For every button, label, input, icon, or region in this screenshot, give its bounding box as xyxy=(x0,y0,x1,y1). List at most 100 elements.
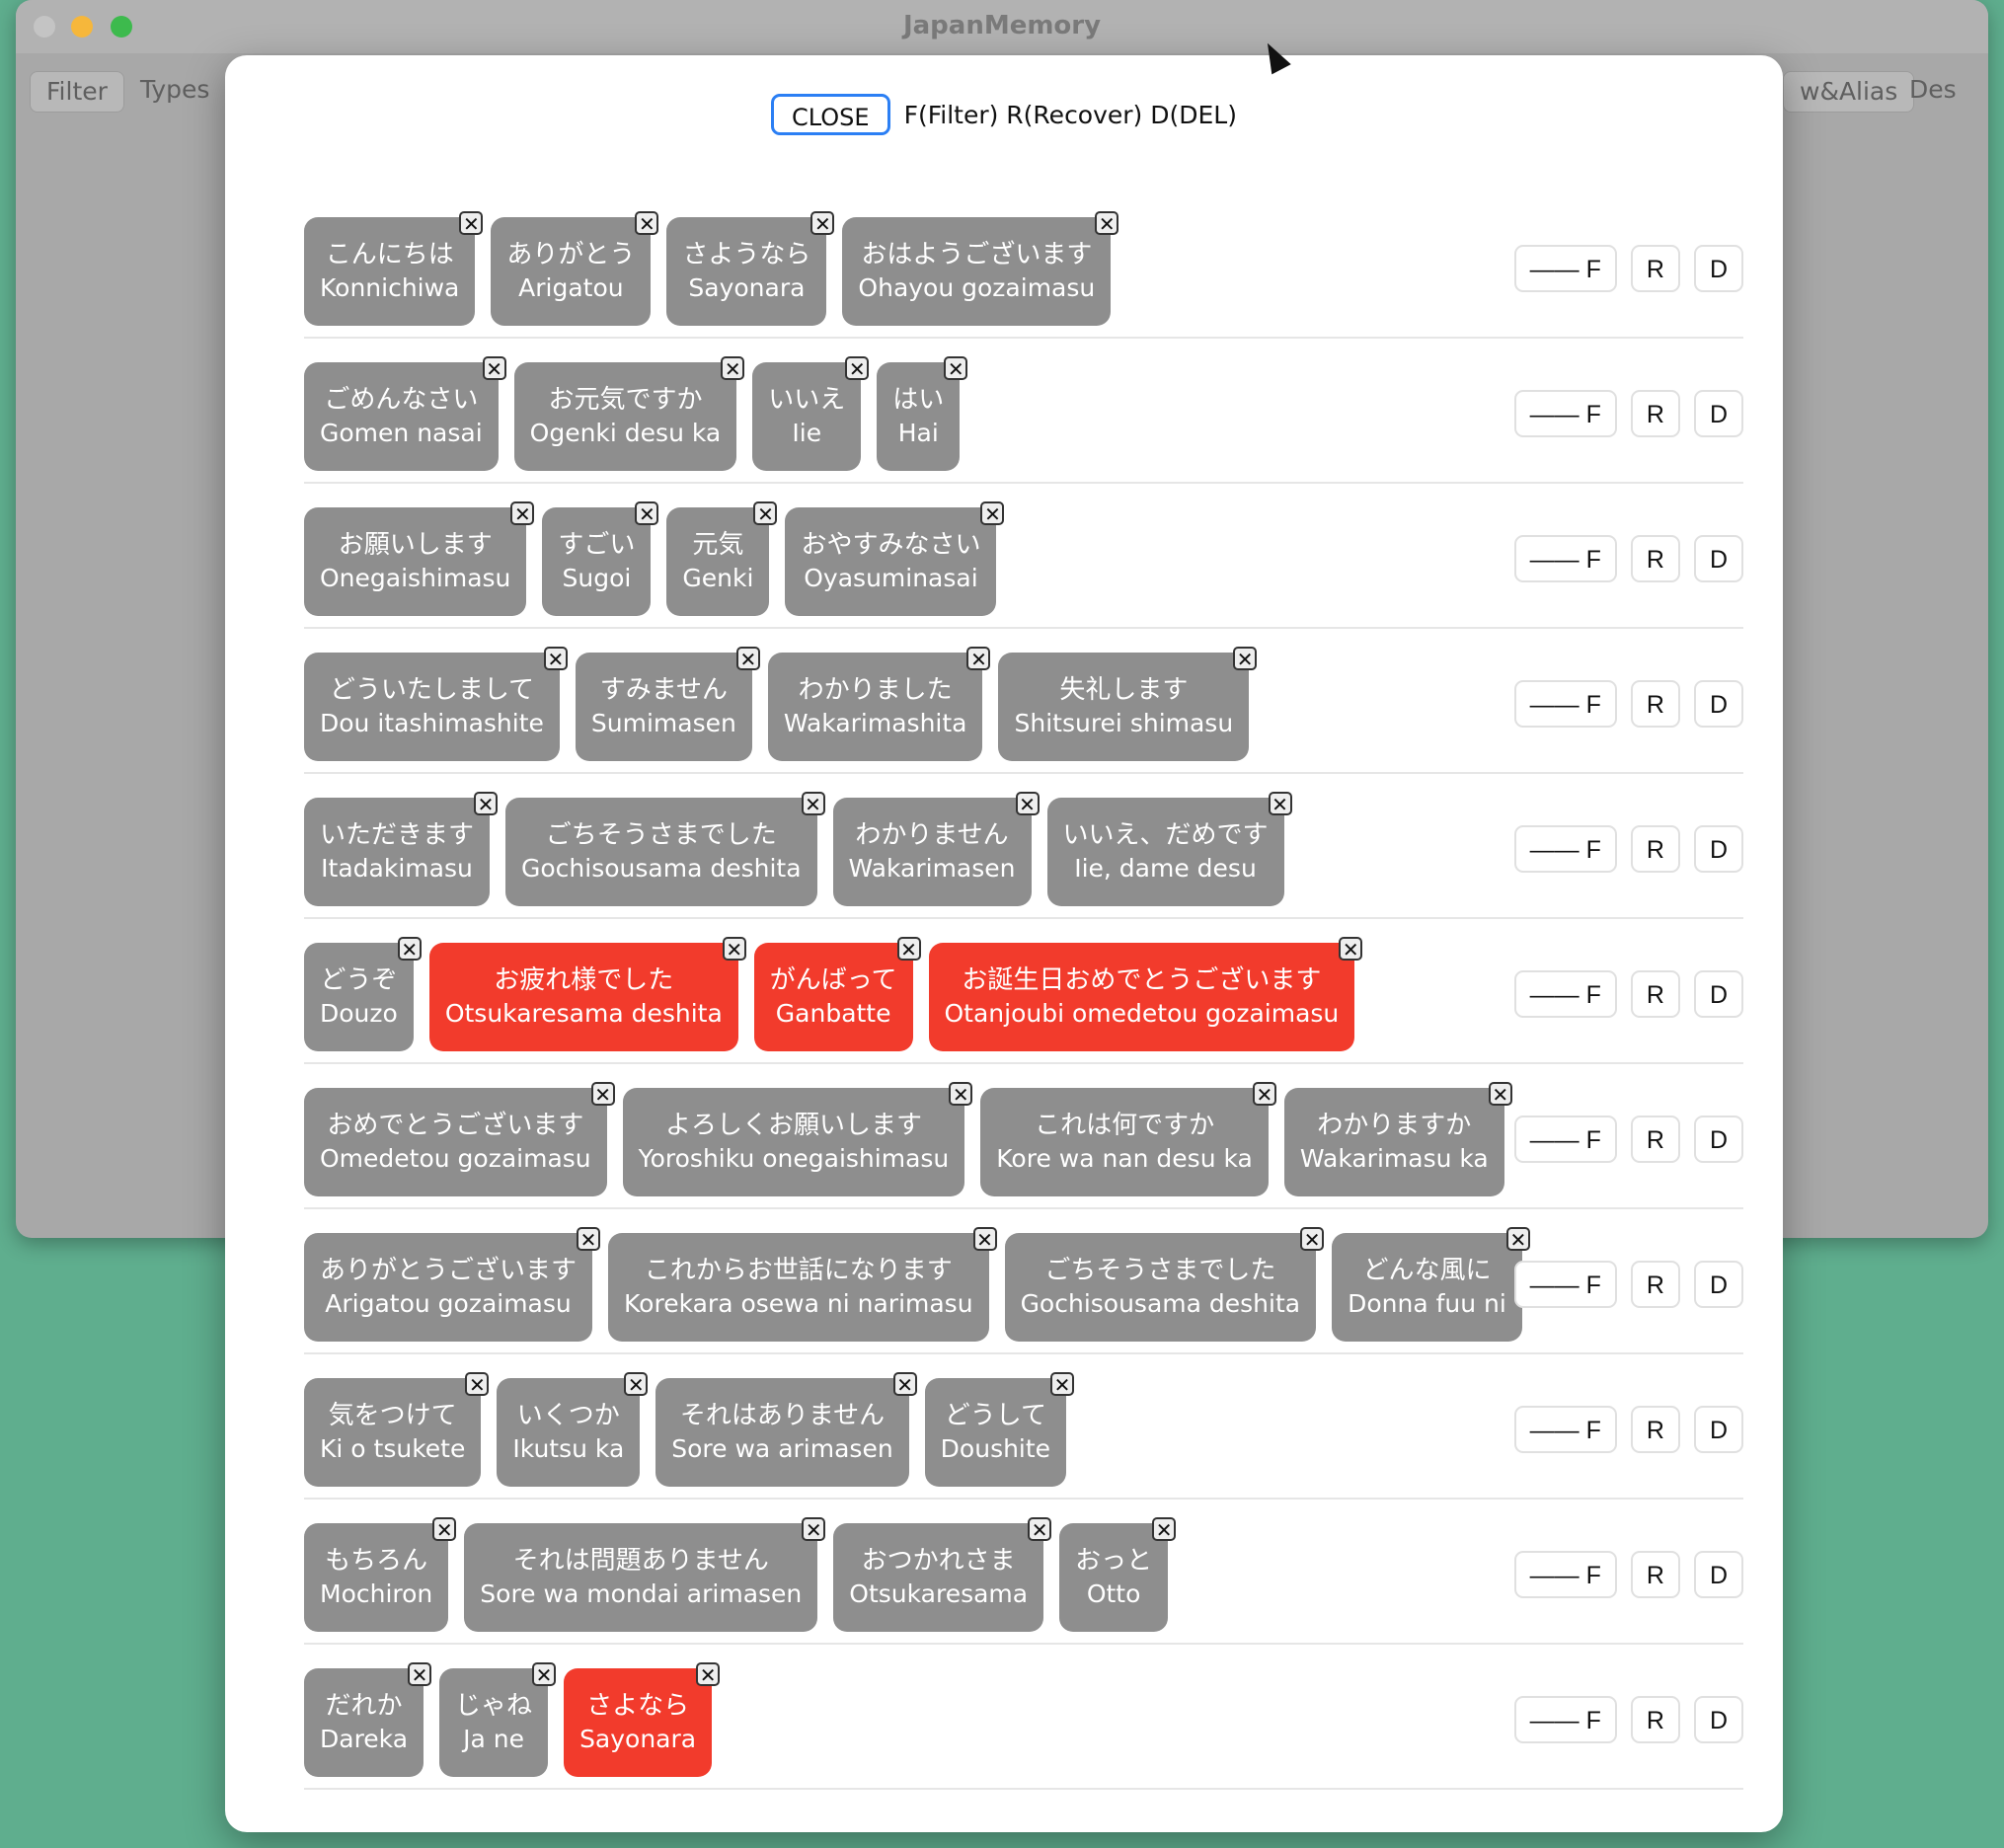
row-delete-button[interactable]: D xyxy=(1693,1406,1743,1453)
phrase-chip[interactable]: どういたしまして Dou itashimashite ✕ xyxy=(304,647,568,761)
remove-chip-icon[interactable]: ✕ xyxy=(1095,211,1119,235)
remove-chip-icon[interactable]: ✕ xyxy=(1488,1082,1512,1106)
remove-chip-icon[interactable]: ✕ xyxy=(944,356,968,380)
remove-chip-icon[interactable]: ✕ xyxy=(1050,1372,1075,1396)
row-filter-button[interactable]: —— F xyxy=(1513,245,1617,292)
remove-chip-icon[interactable]: ✕ xyxy=(735,647,760,670)
remove-chip-icon[interactable]: ✕ xyxy=(802,1517,826,1541)
remove-chip-icon[interactable]: ✕ xyxy=(635,211,659,235)
phrase-chip[interactable]: いいえ Iie ✕ xyxy=(752,356,870,471)
row-delete-button[interactable]: D xyxy=(1693,1261,1743,1308)
phrase-chip[interactable]: それはありません Sore wa arimasen ✕ xyxy=(655,1372,917,1487)
remove-chip-icon[interactable]: ✕ xyxy=(845,356,870,380)
row-delete-button[interactable]: D xyxy=(1693,390,1743,437)
remove-chip-icon[interactable]: ✕ xyxy=(1028,1517,1052,1541)
phrase-chip[interactable]: もちろん Mochiron ✕ xyxy=(304,1517,457,1632)
phrase-chip[interactable]: ありがとうございます Arigatou gozaimasu ✕ xyxy=(304,1227,601,1342)
phrase-chip[interactable]: すみません Sumimasen ✕ xyxy=(575,647,760,761)
phrase-chip[interactable]: これからお世話になります Korekara osewa ni narimasu ✕ xyxy=(608,1227,997,1342)
phrase-chip[interactable]: すごい Sugoi ✕ xyxy=(542,501,659,616)
phrase-chip[interactable]: おっと Otto ✕ xyxy=(1059,1517,1177,1632)
remove-chip-icon[interactable]: ✕ xyxy=(532,1662,557,1686)
row-delete-button[interactable]: D xyxy=(1693,970,1743,1018)
remove-chip-icon[interactable]: ✕ xyxy=(753,501,778,525)
phrase-chip[interactable]: わかりました Wakarimashita ✕ xyxy=(767,647,991,761)
phrase-chip[interactable]: ごめんなさい Gomen nasai ✕ xyxy=(304,356,506,471)
remove-chip-icon[interactable]: ✕ xyxy=(892,1372,917,1396)
description-tab[interactable]: Des xyxy=(1909,75,1957,104)
row-filter-button[interactable]: —— F xyxy=(1513,535,1617,582)
remove-chip-icon[interactable]: ✕ xyxy=(624,1372,649,1396)
row-filter-button[interactable]: —— F xyxy=(1513,1551,1617,1598)
phrase-chip[interactable]: お願いします Onegaishimasu ✕ xyxy=(304,501,535,616)
phrase-chip[interactable]: どんな風に Donna fuu ni ✕ xyxy=(1332,1227,1530,1342)
row-delete-button[interactable]: D xyxy=(1693,245,1743,292)
remove-chip-icon[interactable]: ✕ xyxy=(896,937,921,961)
phrase-chip[interactable]: これは何ですか Kore wa nan desu ka ✕ xyxy=(980,1082,1276,1196)
remove-chip-icon[interactable]: ✕ xyxy=(474,792,499,815)
row-filter-button[interactable]: —— F xyxy=(1513,680,1617,728)
remove-chip-icon[interactable]: ✕ xyxy=(1015,792,1040,815)
row-recover-button[interactable]: R xyxy=(1630,390,1680,437)
phrase-chip[interactable]: お誕生日おめでとうございます Otanjoubi omedetou gozaima… xyxy=(928,937,1363,1051)
remove-chip-icon[interactable]: ✕ xyxy=(1233,647,1258,670)
remove-chip-icon[interactable]: ✕ xyxy=(1339,937,1363,961)
phrase-chip[interactable]: おやすみなさい Oyasuminasai ✕ xyxy=(785,501,1005,616)
row-recover-button[interactable]: R xyxy=(1630,1116,1680,1163)
phrase-chip[interactable]: お元気ですか Ogenki desu ka ✕ xyxy=(513,356,745,471)
phrase-chip[interactable]: いくつか Ikutsu ka ✕ xyxy=(497,1372,649,1487)
types-tab[interactable]: Types xyxy=(140,75,209,104)
remove-chip-icon[interactable]: ✕ xyxy=(543,647,568,670)
row-filter-button[interactable]: —— F xyxy=(1513,825,1617,873)
remove-chip-icon[interactable]: ✕ xyxy=(810,211,835,235)
alias-tab[interactable]: w&Alias xyxy=(1783,71,1915,113)
remove-chip-icon[interactable]: ✕ xyxy=(949,1082,973,1106)
remove-chip-icon[interactable]: ✕ xyxy=(465,1372,490,1396)
phrase-chip[interactable]: いいえ、だめです Iie, dame desu ✕ xyxy=(1046,792,1292,906)
phrase-chip[interactable]: さよなら Sayonara ✕ xyxy=(564,1662,721,1777)
remove-chip-icon[interactable]: ✕ xyxy=(1300,1227,1325,1251)
row-recover-button[interactable]: R xyxy=(1630,245,1680,292)
phrase-chip[interactable]: わかりますか Wakarimasu ka ✕ xyxy=(1283,1082,1512,1196)
remove-chip-icon[interactable]: ✕ xyxy=(482,356,506,380)
row-filter-button[interactable]: —— F xyxy=(1513,1116,1617,1163)
phrase-chip[interactable]: さようなら Sayonara ✕ xyxy=(666,211,835,326)
phrase-chip[interactable]: どうして Doushite ✕ xyxy=(924,1372,1075,1487)
remove-chip-icon[interactable]: ✕ xyxy=(722,937,746,961)
phrase-chip[interactable]: ありがとう Arigatou ✕ xyxy=(491,211,659,326)
phrase-chip[interactable]: おめでとうございます Omedetou gozaimasu ✕ xyxy=(304,1082,615,1196)
remove-chip-icon[interactable]: ✕ xyxy=(1268,792,1292,815)
phrase-chip[interactable]: はい Hai ✕ xyxy=(877,356,968,471)
remove-chip-icon[interactable]: ✕ xyxy=(1252,1082,1276,1106)
remove-chip-icon[interactable]: ✕ xyxy=(980,501,1005,525)
remove-chip-icon[interactable]: ✕ xyxy=(1152,1517,1177,1541)
phrase-chip[interactable]: わかりません Wakarimasen ✕ xyxy=(832,792,1040,906)
remove-chip-icon[interactable]: ✕ xyxy=(966,647,991,670)
remove-chip-icon[interactable]: ✕ xyxy=(972,1227,997,1251)
phrase-chip[interactable]: お疲れ様でした Otsukaresama deshita ✕ xyxy=(428,937,746,1051)
row-filter-button[interactable]: —— F xyxy=(1513,1406,1617,1453)
remove-chip-icon[interactable]: ✕ xyxy=(721,356,745,380)
remove-chip-icon[interactable]: ✕ xyxy=(459,211,484,235)
row-recover-button[interactable]: R xyxy=(1630,680,1680,728)
row-recover-button[interactable]: R xyxy=(1630,1696,1680,1743)
row-recover-button[interactable]: R xyxy=(1630,1406,1680,1453)
phrase-chip[interactable]: ごちそうさまでした Gochisousama deshita ✕ xyxy=(505,792,825,906)
remove-chip-icon[interactable]: ✕ xyxy=(432,1517,457,1541)
phrase-chip[interactable]: じゃね Ja ne ✕ xyxy=(439,1662,557,1777)
row-delete-button[interactable]: D xyxy=(1693,825,1743,873)
remove-chip-icon[interactable]: ✕ xyxy=(577,1227,601,1251)
row-delete-button[interactable]: D xyxy=(1693,1116,1743,1163)
phrase-chip[interactable]: だれか Dareka ✕ xyxy=(304,1662,432,1777)
close-button[interactable]: CLOSE xyxy=(771,94,890,135)
phrase-chip[interactable]: よろしくお願いします Yoroshiku onegaishimasu ✕ xyxy=(622,1082,973,1196)
remove-chip-icon[interactable]: ✕ xyxy=(696,1662,721,1686)
remove-chip-icon[interactable]: ✕ xyxy=(590,1082,615,1106)
row-delete-button[interactable]: D xyxy=(1693,1696,1743,1743)
phrase-chip[interactable]: 元気 Genki ✕ xyxy=(666,501,778,616)
remove-chip-icon[interactable]: ✕ xyxy=(801,792,825,815)
row-recover-button[interactable]: R xyxy=(1630,970,1680,1018)
row-recover-button[interactable]: R xyxy=(1630,535,1680,582)
phrase-chip[interactable]: ごちそうさまでした Gochisousama deshita ✕ xyxy=(1004,1227,1325,1342)
phrase-chip[interactable]: いただきます Itadakimasu ✕ xyxy=(304,792,499,906)
